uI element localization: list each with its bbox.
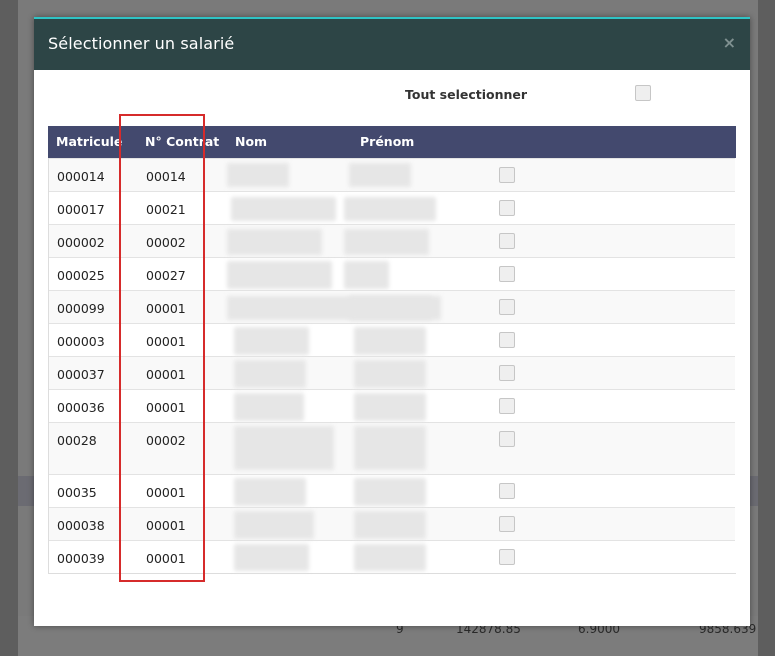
employee-table: Matricule N° Contrat Nom Prénom 000014 0… xyxy=(48,126,736,574)
matricule-cell: 000025 xyxy=(57,268,105,283)
matricule-cell: 000036 xyxy=(57,400,105,415)
redacted-prenom xyxy=(354,327,426,355)
redacted-nom xyxy=(234,478,306,506)
matricule-cell: 000014 xyxy=(57,169,105,184)
table-row[interactable]: 000014 00014 xyxy=(49,158,735,191)
dialog-header: Sélectionner un salarié × xyxy=(34,19,750,70)
redacted-nom xyxy=(234,327,309,355)
row-select-checkbox[interactable] xyxy=(499,516,515,532)
table-row[interactable]: 000039 00001 xyxy=(49,540,735,573)
redacted-prenom xyxy=(354,544,426,571)
redacted-prenom xyxy=(354,393,426,421)
select-all-checkbox[interactable] xyxy=(635,85,651,101)
redacted-prenom xyxy=(344,261,389,289)
row-select-checkbox[interactable] xyxy=(499,266,515,282)
matricule-cell: 00035 xyxy=(57,485,97,500)
table-row[interactable]: 00035 00001 xyxy=(49,474,735,507)
table-row[interactable]: 000002 00002 xyxy=(49,224,735,257)
close-icon[interactable]: × xyxy=(723,33,736,52)
redacted-prenom xyxy=(349,296,441,320)
matricule-cell: 000003 xyxy=(57,334,105,349)
table-header: Matricule N° Contrat Nom Prénom xyxy=(48,126,736,158)
contrat-cell: 00021 xyxy=(146,202,186,217)
redacted-prenom xyxy=(344,197,436,221)
row-select-checkbox[interactable] xyxy=(499,200,515,216)
table-row[interactable]: 00028 00002 xyxy=(49,422,735,474)
select-all-label: Tout selectionner xyxy=(405,87,528,102)
redacted-nom xyxy=(231,197,336,221)
matricule-cell: 00028 xyxy=(57,433,97,448)
column-header-prenom[interactable]: Prénom xyxy=(360,134,414,149)
contrat-cell: 00002 xyxy=(146,235,186,250)
redacted-prenom xyxy=(354,360,426,388)
matricule-cell: 000039 xyxy=(57,551,105,566)
contrat-cell: 00001 xyxy=(146,485,186,500)
redacted-prenom xyxy=(354,511,426,539)
contrat-cell: 00002 xyxy=(146,433,186,448)
row-select-checkbox[interactable] xyxy=(499,299,515,315)
table-row[interactable]: 000025 00027 xyxy=(49,257,735,290)
redacted-nom xyxy=(234,393,304,421)
table-row[interactable]: 000038 00001 xyxy=(49,507,735,540)
contrat-cell: 00001 xyxy=(146,400,186,415)
select-employee-dialog: Sélectionner un salarié × Tout selection… xyxy=(34,17,750,626)
contrat-cell: 00014 xyxy=(146,169,186,184)
contrat-cell: 00001 xyxy=(146,301,186,316)
redacted-nom xyxy=(227,163,289,187)
table-row[interactable]: 000099 00001 xyxy=(49,290,735,323)
table-body: 000014 00014 000017 00021 000002 00002 0… xyxy=(48,158,736,574)
row-select-checkbox[interactable] xyxy=(499,483,515,499)
redacted-prenom xyxy=(354,478,426,506)
redacted-nom xyxy=(227,229,322,255)
redacted-nom xyxy=(234,544,309,571)
contrat-cell: 00027 xyxy=(146,268,186,283)
row-select-checkbox[interactable] xyxy=(499,549,515,565)
table-row[interactable]: 000037 00001 xyxy=(49,356,735,389)
matricule-cell: 000037 xyxy=(57,367,105,382)
redacted-nom xyxy=(234,426,334,470)
redacted-nom xyxy=(234,511,314,539)
dialog-title: Sélectionner un salarié xyxy=(48,34,235,53)
table-row[interactable]: 000036 00001 xyxy=(49,389,735,422)
column-header-matricule[interactable]: Matricule xyxy=(56,134,122,149)
row-select-checkbox[interactable] xyxy=(499,398,515,414)
redacted-prenom xyxy=(349,163,411,187)
contrat-cell: 00001 xyxy=(146,518,186,533)
redacted-prenom xyxy=(354,426,426,470)
redacted-nom xyxy=(234,360,306,388)
contrat-cell: 00001 xyxy=(146,367,186,382)
row-select-checkbox[interactable] xyxy=(499,365,515,381)
redacted-prenom xyxy=(344,229,429,255)
matricule-cell: 000038 xyxy=(57,518,105,533)
matricule-cell: 000099 xyxy=(57,301,105,316)
table-row[interactable]: 000003 00001 xyxy=(49,323,735,356)
column-header-contrat[interactable]: N° Contrat xyxy=(145,134,219,149)
table-row[interactable]: 000017 00021 xyxy=(49,191,735,224)
row-select-checkbox[interactable] xyxy=(499,431,515,447)
matricule-cell: 000017 xyxy=(57,202,105,217)
contrat-cell: 00001 xyxy=(146,551,186,566)
column-header-nom[interactable]: Nom xyxy=(235,134,267,149)
matricule-cell: 000002 xyxy=(57,235,105,250)
row-select-checkbox[interactable] xyxy=(499,167,515,183)
row-select-checkbox[interactable] xyxy=(499,332,515,348)
redacted-nom xyxy=(227,261,332,289)
row-select-checkbox[interactable] xyxy=(499,233,515,249)
contrat-cell: 00001 xyxy=(146,334,186,349)
